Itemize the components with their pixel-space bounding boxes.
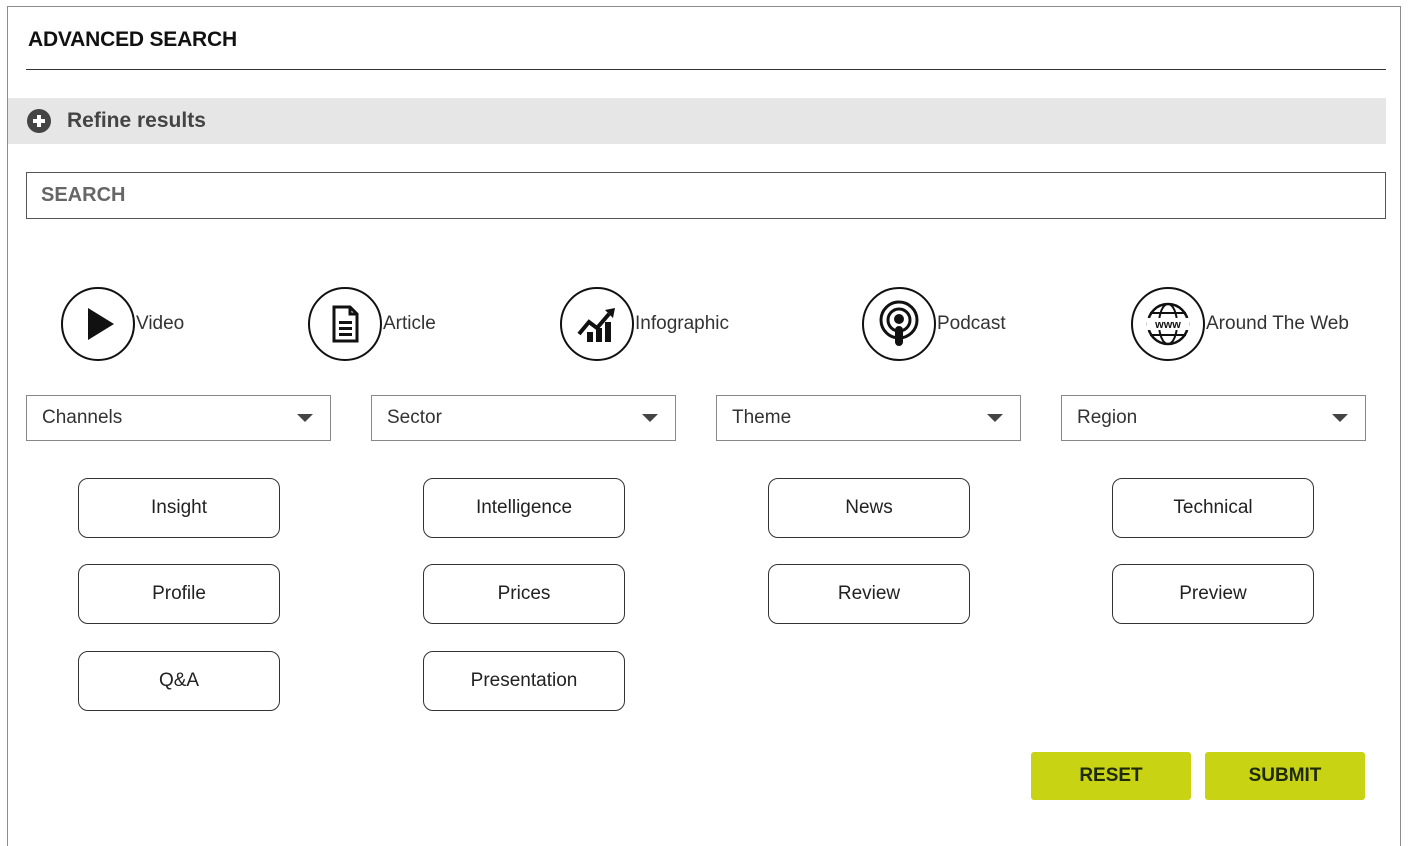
refine-results-toggle[interactable]: Refine results xyxy=(8,98,1386,144)
type-infographic-label: Infographic xyxy=(635,313,730,334)
caret-down-icon xyxy=(1332,414,1348,422)
type-video-label: Video xyxy=(136,313,185,334)
type-article[interactable]: Article xyxy=(308,287,436,361)
type-video[interactable]: Video xyxy=(61,287,185,361)
refine-results-label: Refine results xyxy=(67,109,206,132)
search-input[interactable] xyxy=(27,173,1385,218)
sector-select[interactable]: Sector xyxy=(371,395,676,441)
type-podcast[interactable]: Podcast xyxy=(862,287,1006,361)
type-infographic[interactable]: Infographic xyxy=(560,287,730,361)
channels-select[interactable]: Channels xyxy=(26,395,331,441)
type-around-the-web[interactable]: www Around The Web xyxy=(1131,287,1349,361)
tag-news[interactable]: News xyxy=(768,478,970,538)
page-title: ADVANCED SEARCH xyxy=(28,28,237,51)
caret-down-icon xyxy=(297,414,313,422)
theme-select[interactable]: Theme xyxy=(716,395,1021,441)
svg-text:www: www xyxy=(1154,319,1181,331)
plus-circle-icon xyxy=(27,109,51,133)
search-field xyxy=(26,172,1386,219)
document-icon xyxy=(308,287,382,361)
tag-insight[interactable]: Insight xyxy=(78,478,280,538)
tag-preview[interactable]: Preview xyxy=(1112,564,1314,624)
caret-down-icon xyxy=(987,414,1003,422)
channels-select-value: Channels xyxy=(42,407,123,428)
type-around-the-web-label: Around The Web xyxy=(1206,313,1349,334)
sector-select-value: Sector xyxy=(387,407,442,428)
tag-intelligence[interactable]: Intelligence xyxy=(423,478,625,538)
globe-www-icon: www xyxy=(1131,287,1205,361)
tag-review[interactable]: Review xyxy=(768,564,970,624)
tag-technical[interactable]: Technical xyxy=(1112,478,1314,538)
submit-button[interactable]: SUBMIT xyxy=(1205,752,1365,800)
tag-presentation[interactable]: Presentation xyxy=(423,651,625,711)
reset-button[interactable]: RESET xyxy=(1031,752,1191,800)
region-select-value: Region xyxy=(1077,407,1138,428)
tag-qa[interactable]: Q&A xyxy=(78,651,280,711)
theme-select-value: Theme xyxy=(732,407,792,428)
title-divider xyxy=(26,69,1386,70)
type-article-label: Article xyxy=(383,313,436,334)
chart-trend-icon xyxy=(560,287,634,361)
tag-prices[interactable]: Prices xyxy=(423,564,625,624)
caret-down-icon xyxy=(642,414,658,422)
region-select[interactable]: Region xyxy=(1061,395,1366,441)
podcast-icon xyxy=(862,287,936,361)
type-podcast-label: Podcast xyxy=(937,313,1006,334)
play-icon xyxy=(61,287,135,361)
tag-profile[interactable]: Profile xyxy=(78,564,280,624)
